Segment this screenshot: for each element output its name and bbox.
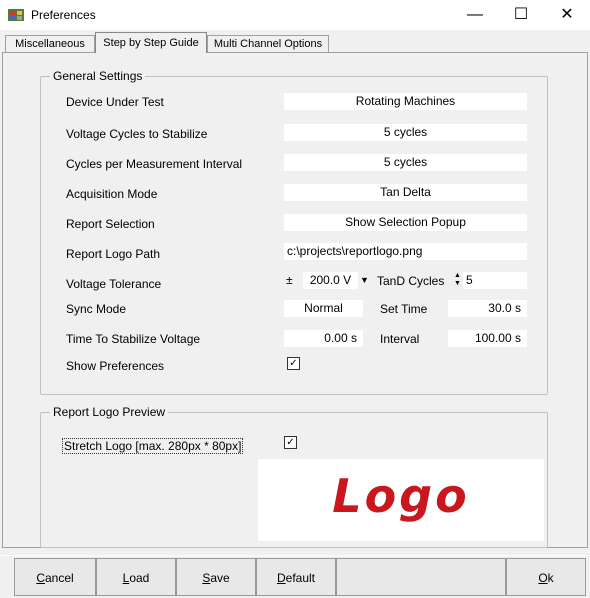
time-to-stabilize-field[interactable]: 0.00 s [284, 330, 363, 347]
acquisition-mode-field[interactable]: Tan Delta [284, 184, 527, 201]
set-time-label: Set Time [380, 302, 428, 316]
maximize-button[interactable]: ☐ [498, 0, 544, 30]
load-label: oad [129, 571, 150, 585]
cycles-per-interval-label: Cycles per Measurement Interval [66, 157, 243, 171]
interval-label: Interval [380, 332, 420, 346]
save-button[interactable]: Save [176, 558, 256, 596]
voltage-tolerance-field[interactable]: 200.0 V [303, 272, 358, 289]
report-logo-path-label: Report Logo Path [66, 247, 161, 261]
device-under-test-label: Device Under Test [66, 95, 164, 109]
time-to-stabilize-label: Time To Stabilize Voltage [66, 332, 201, 346]
button-bar: Cancel Load Save Default Ok [0, 555, 590, 598]
close-button[interactable]: ✕ [544, 0, 590, 30]
cancel-label: ancel [44, 571, 74, 585]
logo-preview-image: Logo [258, 459, 544, 541]
sync-mode-label: Sync Mode [66, 302, 127, 316]
interval-field[interactable]: 100.00 s [448, 330, 527, 347]
logo-text: Logo [332, 469, 470, 523]
ok-mnemonic: O [538, 571, 548, 585]
report-selection-label: Report Selection [66, 217, 155, 231]
dropdown-arrow-icon[interactable]: ▼ [360, 275, 369, 285]
report-logo-path-field[interactable]: c:\projects\reportlogo.png [284, 243, 527, 260]
button-bar-spacer [336, 558, 506, 596]
minimize-button[interactable]: — [452, 0, 498, 30]
tand-cycles-label: TanD Cycles [377, 274, 445, 288]
voltage-cycles-label: Voltage Cycles to Stabilize [66, 127, 208, 141]
ok-label: k [547, 571, 554, 585]
set-time-field[interactable]: 30.0 s [448, 300, 527, 317]
voltage-cycles-field[interactable]: 5 cycles [284, 124, 527, 141]
show-preferences-checkbox[interactable]: ✓ [287, 357, 300, 370]
cycles-per-interval-field[interactable]: 5 cycles [284, 154, 527, 171]
stretch-logo-label: Stretch Logo [max. 280px * 80px] [62, 438, 244, 454]
load-button[interactable]: Load [96, 558, 176, 596]
cancel-mnemonic: C [36, 571, 45, 585]
sync-mode-field[interactable]: Normal [284, 300, 363, 317]
tab-multi-channel-options[interactable]: Multi Channel Options [207, 35, 329, 52]
title-bar: Preferences — ☐ ✕ [0, 0, 590, 30]
default-mnemonic: D [276, 571, 286, 585]
acquisition-mode-label: Acquisition Mode [66, 187, 158, 201]
app-icon [8, 8, 24, 22]
stretch-logo-checkbox[interactable]: ✓ [284, 436, 297, 449]
cancel-button[interactable]: Cancel [14, 558, 96, 596]
window-title: Preferences [31, 8, 96, 22]
save-label: ave [210, 571, 230, 585]
logo-preview-legend: Report Logo Preview [50, 405, 169, 419]
voltage-tolerance-label: Voltage Tolerance [66, 277, 162, 291]
ok-button[interactable]: Ok [506, 558, 586, 596]
device-under-test-field[interactable]: Rotating Machines [284, 93, 527, 110]
general-settings-legend: General Settings [50, 69, 146, 83]
spinner-arrows-icon[interactable]: ▲ ▼ [453, 272, 462, 290]
tab-strip: Miscellaneous Step by Step Guide Multi C… [0, 32, 590, 53]
default-label: efault [285, 571, 316, 585]
tab-step-by-step-guide[interactable]: Step by Step Guide [95, 32, 207, 53]
tab-miscellaneous[interactable]: Miscellaneous [5, 35, 95, 52]
report-selection-field[interactable]: Show Selection Popup [284, 214, 527, 231]
show-preferences-label: Show Preferences [66, 359, 165, 373]
tand-cycles-field[interactable]: 5 [463, 272, 527, 289]
default-button[interactable]: Default [256, 558, 336, 596]
plus-minus-symbol: ± [286, 273, 293, 287]
